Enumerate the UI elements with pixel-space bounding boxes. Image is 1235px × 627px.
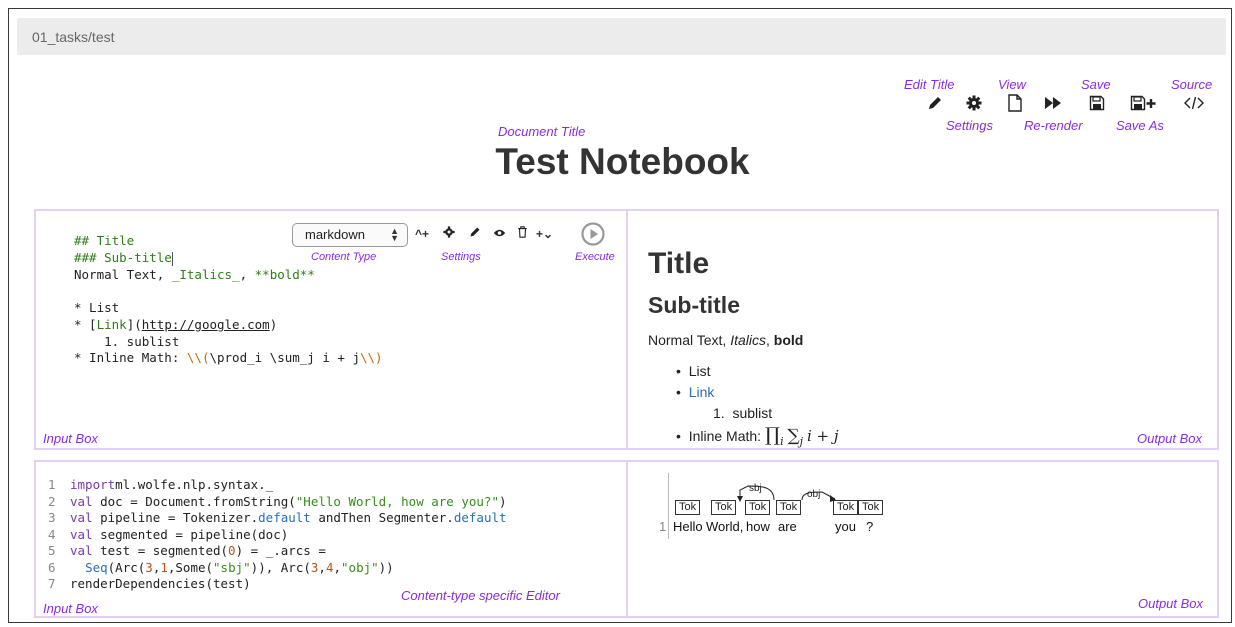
token-word: you xyxy=(835,519,856,534)
token-word: Hello xyxy=(673,519,703,534)
token-box: Tok xyxy=(833,500,859,515)
token-word: World, xyxy=(706,519,744,534)
token-box: Tok xyxy=(711,500,737,515)
dependency-arcs: sbj obj xyxy=(737,483,836,502)
token-word: are xyxy=(778,519,797,534)
token-box: Tok xyxy=(776,500,802,515)
token-box: Tok xyxy=(675,500,701,515)
token-word: how xyxy=(746,519,770,534)
output-box-annotation-2: Output Box xyxy=(1138,596,1204,611)
token-box: Tok xyxy=(745,500,771,515)
token-box: Tok xyxy=(858,500,884,515)
arc-label-obj: obj xyxy=(807,489,820,500)
arc-label-sbj: sbj xyxy=(749,483,762,494)
token-word: ? xyxy=(866,519,874,534)
